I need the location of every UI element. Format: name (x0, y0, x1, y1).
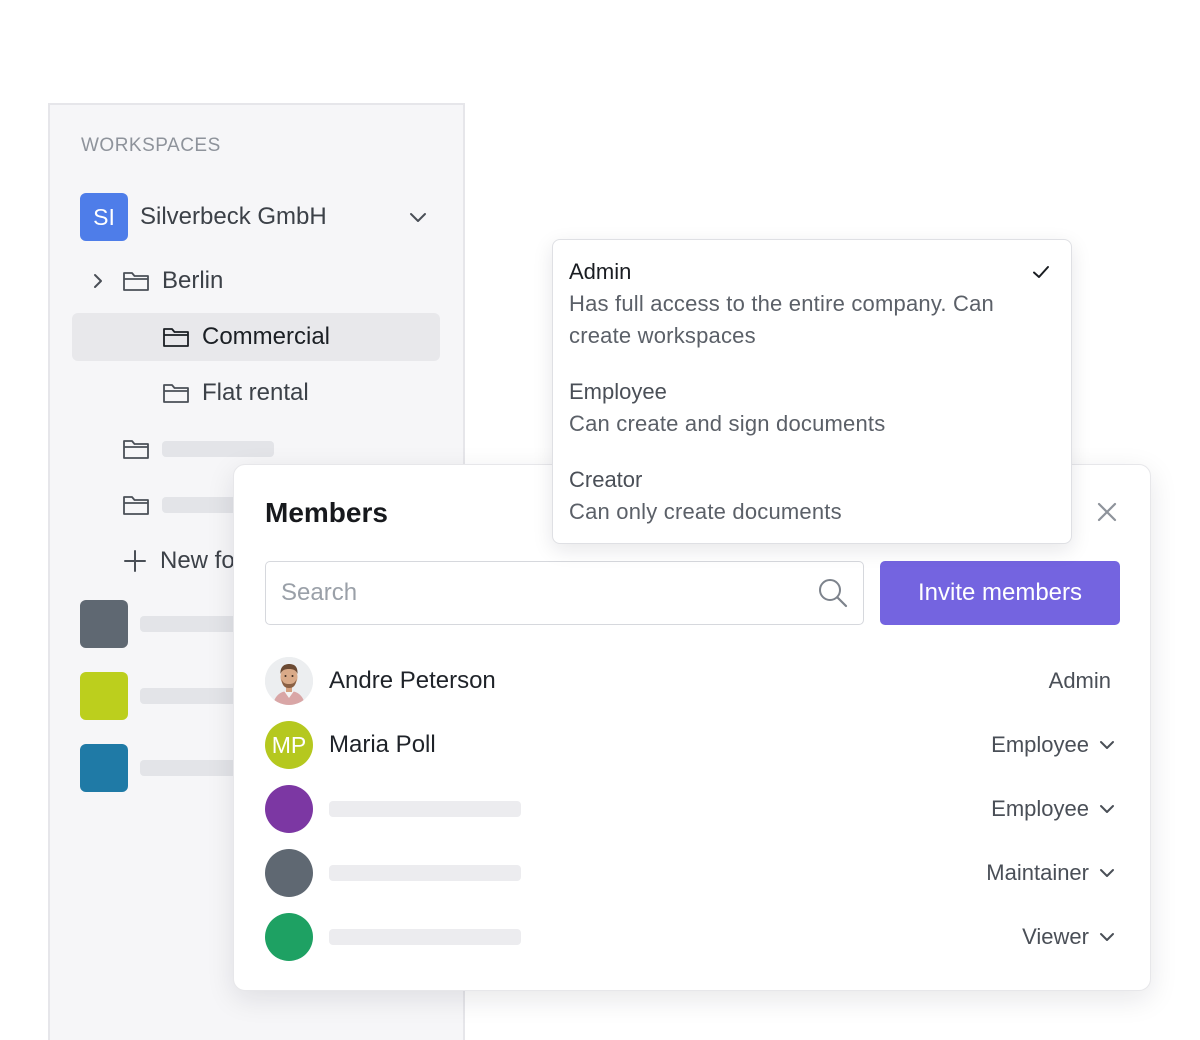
avatar (265, 849, 313, 897)
chevron-down-icon (1100, 805, 1114, 813)
workspaces-heading: WORKSPACES (81, 135, 221, 156)
role-dropdown[interactable]: Employee (991, 796, 1121, 822)
role-value: Employee (991, 732, 1089, 757)
new-folder-label: New fo (160, 547, 235, 574)
chevron-down-icon (1100, 869, 1114, 877)
folder-icon (123, 440, 149, 459)
close-icon[interactable] (1094, 499, 1120, 525)
person-photo-icon (265, 657, 313, 705)
role-option-description: Can create and sign documents (569, 411, 886, 436)
role-value: Viewer (1022, 924, 1089, 949)
member-row: MP Maria Poll Employee (265, 721, 1121, 769)
member-row: Andre Peterson Admin (265, 657, 1121, 705)
role-option-title: Admin (569, 259, 632, 284)
workspace-color-square (80, 600, 128, 648)
member-role-label: Admin (1048, 668, 1111, 693)
new-folder-button[interactable]: New fo (122, 537, 235, 585)
company-badge: SI (80, 193, 128, 241)
company-name: Silverbeck GmbH (140, 203, 327, 230)
name-placeholder (329, 865, 521, 881)
role-option-description: create workspaces (569, 323, 756, 348)
folder-icon (123, 496, 149, 515)
tree-item-commercial[interactable]: Commercial (72, 313, 440, 361)
role-option-description: Can only create documents (569, 499, 842, 524)
chevron-down-icon[interactable] (406, 205, 430, 229)
tree-item-label: Flat rental (202, 379, 309, 406)
member-name: Maria Poll (329, 731, 436, 758)
avatar (265, 913, 313, 961)
role-option-description: Has full access to the entire company. C… (569, 291, 994, 316)
panel-title: Members (265, 497, 388, 528)
role-options-menu: Admin Has full access to the entire comp… (552, 239, 1072, 544)
tree-item-berlin[interactable]: Berlin (88, 257, 223, 305)
text-placeholder (162, 441, 274, 457)
name-placeholder (329, 929, 521, 945)
chevron-right-icon[interactable] (88, 271, 108, 291)
chevron-down-icon (1100, 933, 1114, 941)
role-option-title: Employee (569, 379, 667, 404)
role-dropdown[interactable]: Maintainer (986, 860, 1121, 886)
member-row: Viewer (265, 913, 1121, 961)
tree-item-label: Berlin (162, 267, 224, 294)
folder-icon (163, 328, 189, 347)
role-option-creator[interactable]: Creator Can only create documents (569, 464, 1049, 528)
search-field[interactable] (265, 561, 864, 625)
role-dropdown[interactable]: Viewer (1022, 924, 1121, 950)
role-option-title: Creator (569, 467, 643, 492)
tree-item-label: Commercial (202, 323, 331, 350)
avatar (265, 657, 313, 705)
invite-members-button[interactable]: Invite members (880, 561, 1120, 625)
plus-icon (124, 550, 146, 572)
workspace-color-square (80, 672, 128, 720)
avatar: MP (265, 721, 313, 769)
search-input[interactable] (266, 562, 863, 624)
company-switcher[interactable]: SI Silverbeck GmbH (80, 193, 440, 241)
folder-icon (163, 384, 189, 403)
avatar (265, 785, 313, 833)
member-row: Maintainer (265, 849, 1121, 897)
member-row: Employee (265, 785, 1121, 833)
role-value: Employee (991, 796, 1089, 821)
member-name: Andre Peterson (329, 667, 496, 694)
chevron-down-icon (1100, 741, 1114, 749)
role-option-employee[interactable]: Employee Can create and sign documents (569, 376, 1049, 440)
role-dropdown[interactable]: Employee (991, 732, 1121, 758)
search-icon[interactable] (817, 577, 849, 609)
folder-icon (123, 272, 149, 291)
workspace-color-square (80, 744, 128, 792)
role-value: Maintainer (986, 860, 1089, 885)
checkmark-icon (1033, 266, 1049, 278)
role-option-admin[interactable]: Admin Has full access to the entire comp… (569, 256, 1049, 352)
tree-item-flat-rental[interactable]: Flat rental (162, 369, 309, 417)
name-placeholder (329, 801, 521, 817)
